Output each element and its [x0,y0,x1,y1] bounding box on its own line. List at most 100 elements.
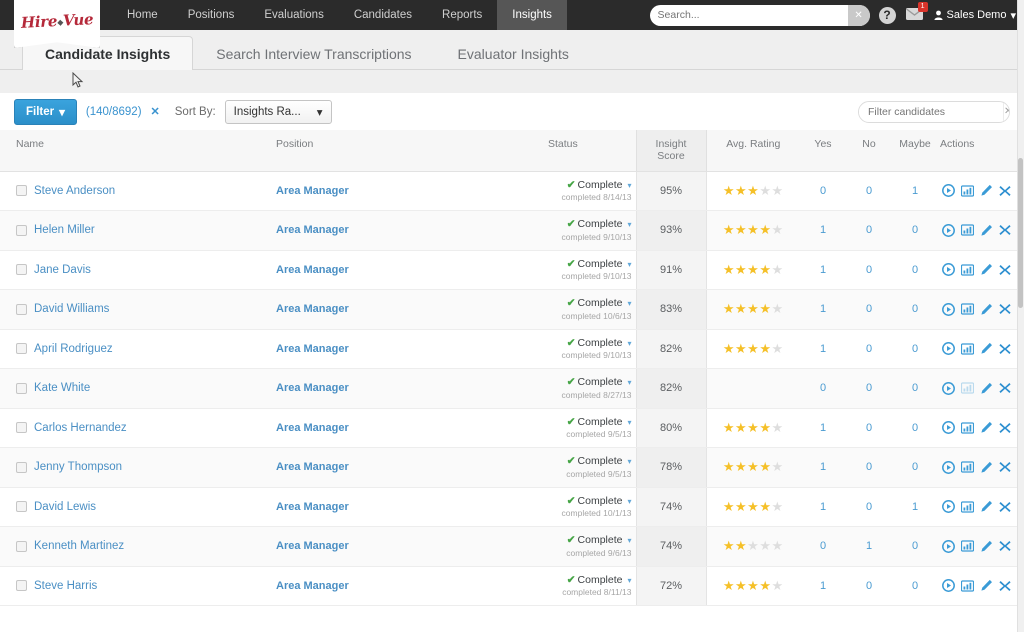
clear-count-icon[interactable]: ✕ [151,105,160,118]
position-link[interactable]: Area Manager [276,185,349,197]
table-row[interactable]: Steve Harris Area Manager ✔ Complete ▾ comple… [0,566,1017,606]
delete-icon[interactable] [999,303,1011,315]
delete-icon[interactable] [999,382,1011,394]
edit-icon[interactable] [980,540,993,553]
user-menu[interactable]: Sales Demo ▾ [933,9,1016,22]
nav-link-positions[interactable]: Positions [173,0,250,30]
edit-icon[interactable] [980,382,993,395]
candidate-name-link[interactable]: David Williams [34,303,109,315]
column-header-yes[interactable]: Yes [800,130,846,172]
play-icon[interactable] [942,302,955,316]
status-dropdown-icon[interactable]: ▾ [627,378,631,387]
status-dropdown-icon[interactable]: ▾ [627,418,631,427]
edit-icon[interactable] [980,303,993,316]
table-row[interactable]: David Williams Area Manager ✔ Complete ▾ comp… [0,289,1017,330]
nav-link-reports[interactable]: Reports [427,0,497,30]
candidate-filter-input[interactable] [859,105,1003,118]
play-icon[interactable] [942,184,955,198]
column-header-avg-rating[interactable]: Avg. Rating [706,130,800,172]
delete-icon[interactable] [999,422,1011,434]
position-link[interactable]: Area Manager [276,382,349,394]
chart-icon[interactable] [961,185,974,197]
edit-icon[interactable] [980,500,993,513]
edit-icon[interactable] [980,461,993,474]
chart-icon[interactable] [961,382,974,394]
page-scrollbar[interactable] [1017,0,1024,632]
status-dropdown-icon[interactable]: ▾ [627,576,631,585]
delete-icon[interactable] [999,343,1011,355]
row-checkbox[interactable] [16,382,27,394]
delete-icon[interactable] [999,185,1011,197]
cell-no[interactable]: 0 [846,329,892,369]
table-row[interactable]: April Rodriguez Area Manager ✔ Complete ▾ com… [0,329,1017,369]
chart-icon[interactable] [961,303,974,315]
delete-icon[interactable] [999,461,1011,473]
column-header-status[interactable]: Status [548,130,636,172]
nav-link-evaluations[interactable]: Evaluations [249,0,338,30]
cell-maybe[interactable]: 0 [892,250,938,290]
position-link[interactable]: Area Manager [276,580,349,592]
edit-icon[interactable] [980,579,993,592]
edit-icon[interactable] [980,342,993,355]
status-dropdown-icon[interactable]: ▾ [627,260,631,269]
status-dropdown-icon[interactable]: ▾ [627,181,631,190]
play-icon[interactable] [942,421,955,435]
candidate-name-link[interactable]: Steve Anderson [34,185,115,197]
table-row[interactable]: Jenny Thompson Area Manager ✔ Complete ▾ comp… [0,447,1017,488]
nav-link-home[interactable]: Home [112,0,173,30]
cell-maybe[interactable]: 0 [892,566,938,606]
play-icon[interactable] [942,381,955,395]
chart-icon[interactable] [961,580,974,592]
row-checkbox[interactable] [16,422,27,434]
status-dropdown-icon[interactable]: ▾ [627,220,631,229]
cell-yes[interactable]: 0 [800,368,846,409]
row-checkbox[interactable] [16,540,27,552]
table-row[interactable]: Jane Davis Area Manager ✔ Complete ▾ complete… [0,250,1017,290]
cell-yes[interactable]: 1 [800,487,846,527]
nav-link-candidates[interactable]: Candidates [339,0,427,30]
play-icon[interactable] [942,263,955,277]
column-header-no[interactable]: No [846,130,892,172]
row-checkbox[interactable] [16,303,27,315]
candidate-filter-clear-icon[interactable]: ✕ [1003,101,1009,122]
cell-no[interactable]: 0 [846,250,892,290]
cell-no[interactable]: 0 [846,447,892,488]
cell-maybe[interactable]: 0 [892,447,938,488]
status-dropdown-icon[interactable]: ▾ [627,457,631,466]
table-row[interactable]: Carlos Hernandez Area Manager ✔ Complete ▾ co… [0,408,1017,448]
cell-yes[interactable]: 0 [800,526,846,567]
cell-yes[interactable]: 1 [800,289,846,330]
cell-yes[interactable]: 1 [800,566,846,606]
hirevue-logo[interactable]: Hire◆Vue [14,0,100,48]
cell-yes[interactable]: 1 [800,250,846,290]
cell-maybe[interactable]: 0 [892,368,938,409]
row-checkbox[interactable] [16,224,27,236]
edit-icon[interactable] [980,263,993,276]
position-link[interactable]: Area Manager [276,264,349,276]
cell-no[interactable]: 0 [846,566,892,606]
play-icon[interactable] [942,539,955,553]
sort-by-select[interactable]: Insights Ra... ▾ [224,99,332,124]
page-scrollbar-thumb[interactable] [1018,158,1023,308]
table-row[interactable]: Kate White Area Manager ✔ Complete ▾ complete… [0,368,1017,409]
column-header-insight-score[interactable]: Insight Score [635,130,707,172]
cell-no[interactable]: 1 [846,526,892,567]
chart-icon[interactable] [961,422,974,434]
chart-icon[interactable] [961,264,974,276]
cell-yes[interactable]: 1 [800,447,846,488]
tab-search-interview-transcriptions[interactable]: Search Interview Transcriptions [193,36,434,70]
table-row[interactable]: Kenneth Martinez Area Manager ✔ Complete ▾ co… [0,526,1017,567]
position-link[interactable]: Area Manager [276,224,349,236]
cell-maybe[interactable]: 0 [892,408,938,448]
play-icon[interactable] [942,579,955,593]
row-checkbox[interactable] [16,501,27,513]
column-header-position[interactable]: Position [276,130,548,172]
position-link[interactable]: Area Manager [276,422,349,434]
delete-icon[interactable] [999,580,1011,592]
cell-no[interactable]: 0 [846,210,892,251]
cell-maybe[interactable]: 0 [892,210,938,251]
cell-no[interactable]: 0 [846,408,892,448]
play-icon[interactable] [942,223,955,237]
nav-link-insights[interactable]: Insights [497,0,567,30]
chart-icon[interactable] [961,343,974,355]
